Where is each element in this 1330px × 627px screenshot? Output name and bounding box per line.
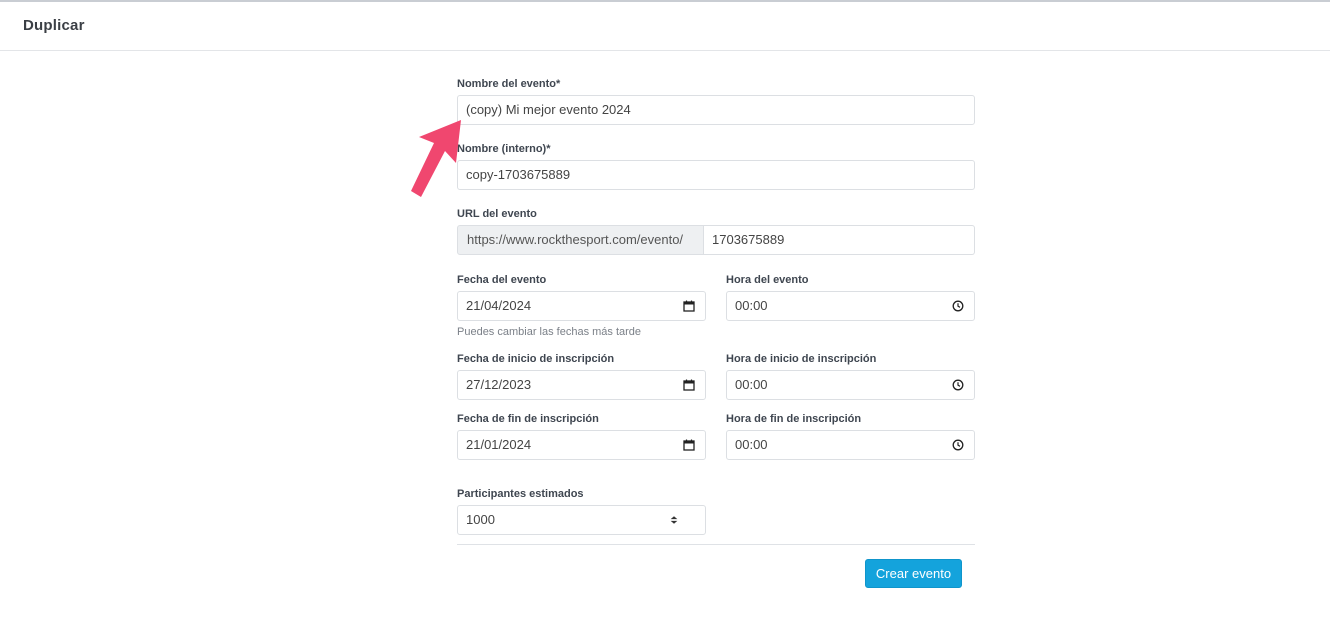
event-url-value: 1703675889 [712, 232, 785, 247]
calendar-icon[interactable] [683, 379, 695, 391]
calendar-icon[interactable] [683, 300, 695, 312]
registration-end-time-value: 00:00 [735, 437, 768, 452]
clock-icon[interactable] [952, 439, 964, 451]
internal-name-value: copy-1703675889 [466, 167, 571, 182]
page-title: Duplicar [23, 17, 85, 34]
event-name-input[interactable]: (copy) Mi mejor evento 2024 [457, 95, 975, 125]
registration-start-date-label: Fecha de inicio de inscripción [457, 353, 615, 365]
registration-start-date-value: 27/12/2023 [466, 377, 532, 392]
event-url-prefix-text: https://www.rockthesport.com/evento/ [467, 232, 684, 247]
registration-end-date-label: Fecha de fin de inscripción [457, 413, 599, 425]
event-time-input[interactable]: 00:00 [726, 291, 975, 321]
registration-start-time-label: Hora de inicio de inscripción [726, 353, 877, 365]
event-date-input[interactable]: 21/04/2024 [457, 291, 706, 321]
internal-name-input[interactable]: copy-1703675889 [457, 160, 975, 190]
registration-start-date-input[interactable]: 27/12/2023 [457, 370, 706, 400]
clock-icon[interactable] [952, 300, 964, 312]
event-date-value: 21/04/2024 [466, 298, 532, 313]
registration-start-time-value: 00:00 [735, 377, 768, 392]
participants-input[interactable]: 1000 [457, 505, 706, 535]
participants-label: Participantes estimados [457, 488, 584, 500]
pointer-arrow-icon [411, 120, 461, 197]
registration-end-time-input[interactable]: 00:00 [726, 430, 975, 460]
create-event-button[interactable]: Crear evento [865, 559, 962, 588]
registration-end-date-value: 21/01/2024 [466, 437, 532, 452]
registration-end-date-input[interactable]: 21/01/2024 [457, 430, 706, 460]
event-time-label: Hora del evento [726, 274, 809, 286]
registration-end-time-label: Hora de fin de inscripción [726, 413, 862, 425]
participants-value: 1000 [466, 512, 495, 527]
registration-start-time-input[interactable]: 00:00 [726, 370, 975, 400]
duplicate-event-form: Nombre del evento* (copy) Mi mejor event… [457, 0, 975, 627]
dates-help-text: Puedes cambiar las fechas más tarde [457, 326, 642, 338]
event-time-value: 00:00 [735, 298, 768, 313]
number-spinner-icon[interactable] [669, 514, 679, 526]
event-url-prefix: https://www.rockthesport.com/evento/ [457, 225, 704, 255]
event-url-label: URL del evento [457, 208, 537, 220]
event-date-label: Fecha del evento [457, 274, 547, 286]
form-divider [457, 544, 975, 545]
event-url-input[interactable]: 1703675889 [704, 225, 975, 255]
event-name-label: Nombre del evento* [457, 78, 561, 90]
event-name-value: (copy) Mi mejor evento 2024 [466, 102, 631, 117]
clock-icon[interactable] [952, 379, 964, 391]
calendar-icon[interactable] [683, 439, 695, 451]
